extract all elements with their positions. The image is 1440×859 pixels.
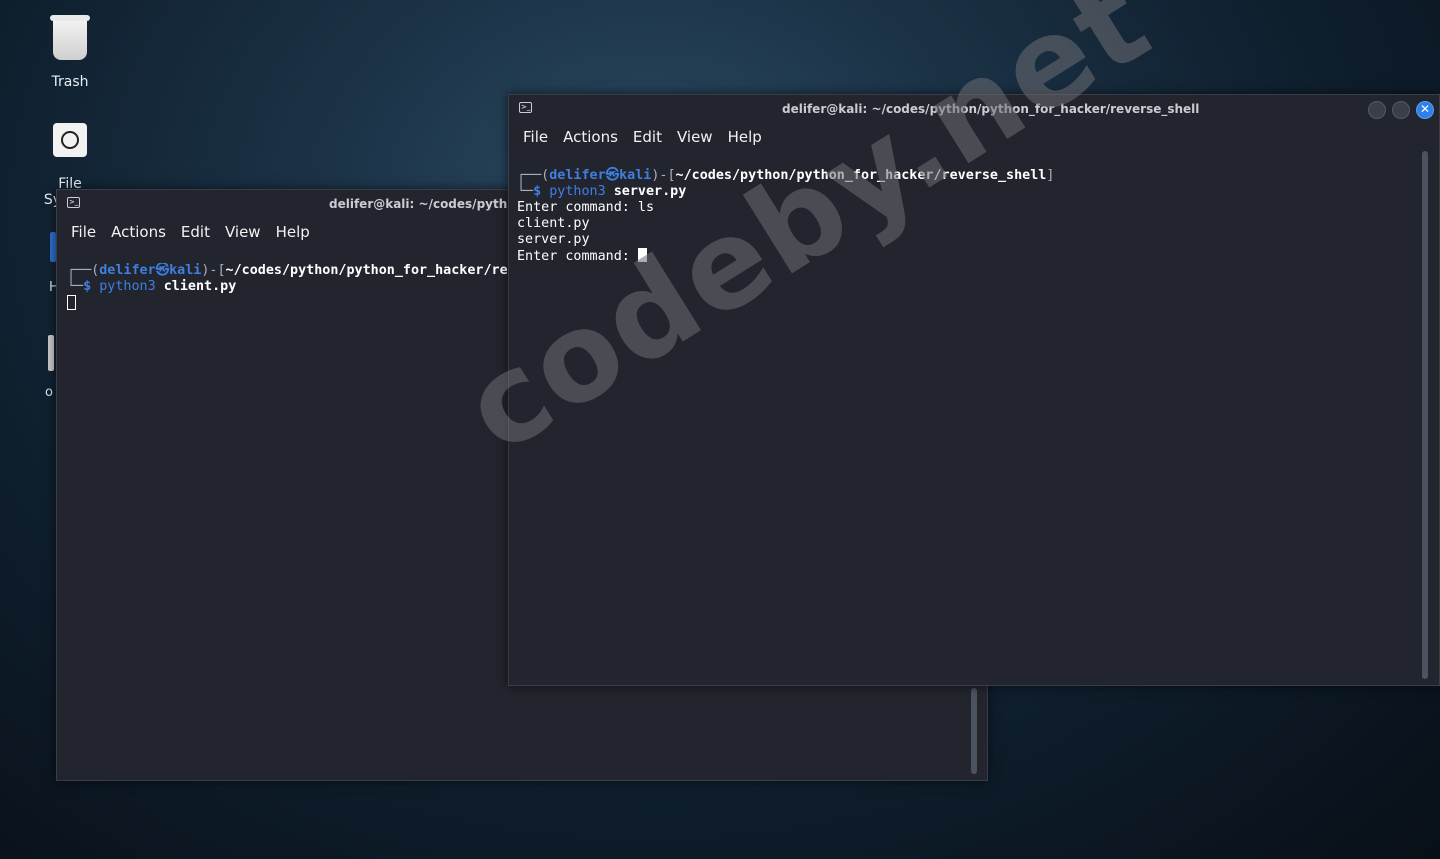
maximize-button[interactable] (1392, 101, 1410, 119)
minimize-button[interactable] (1368, 101, 1386, 119)
menu-help[interactable]: Help (276, 223, 310, 241)
output-line: Enter command: ls (517, 200, 655, 215)
menu-edit[interactable]: Edit (633, 128, 662, 146)
prompt-user: delifer (99, 263, 156, 278)
terminal-icon: >_ (519, 102, 532, 113)
terminal-output[interactable]: ┌──(delifer㉿kali)-[~/codes/python/python… (67, 263, 507, 313)
prompt-host: kali (619, 168, 652, 183)
menu-file[interactable]: File (71, 223, 96, 241)
prompt-path: ~/codes/python/python_for_hacker/reverse… (225, 263, 507, 278)
menu-view[interactable]: View (677, 128, 713, 146)
menu-actions[interactable]: Actions (111, 223, 166, 241)
close-icon: ✕ (1419, 102, 1431, 116)
window-title: delifer@kali: ~/codes/python/python_for_… (329, 197, 507, 211)
menu-help[interactable]: Help (728, 128, 762, 146)
prompt-symbol: ㉿ (155, 263, 170, 278)
output-line: client.py (517, 216, 590, 231)
command: python3 (99, 279, 156, 294)
prompt-host: kali (169, 263, 202, 278)
prompt-dollar: $ (533, 184, 542, 199)
prompt-dollar: $ (83, 279, 92, 294)
menu-view[interactable]: View (225, 223, 261, 241)
command: python3 (549, 184, 606, 199)
terminal-icon: >_ (67, 197, 80, 208)
filesystem-desktop-icon[interactable]: File System (30, 0, 110, 208)
scrollbar[interactable] (1422, 151, 1428, 679)
prompt-symbol: ㉿ (605, 168, 620, 183)
partial-desktop-label-2: o (45, 385, 53, 400)
close-button[interactable]: ✕ (1416, 101, 1434, 119)
menu-actions[interactable]: Actions (563, 128, 618, 146)
output-line: server.py (517, 232, 590, 247)
command-arg: server.py (613, 184, 687, 199)
text-cursor (67, 295, 76, 310)
command-arg: client.py (163, 279, 237, 294)
scrollbar[interactable] (971, 688, 977, 774)
menu-edit[interactable]: Edit (181, 223, 210, 241)
drive-icon (53, 123, 87, 157)
menu-file[interactable]: File (523, 128, 548, 146)
prompt-user: delifer (549, 168, 606, 183)
partial-desktop-icon-2[interactable] (48, 335, 54, 371)
